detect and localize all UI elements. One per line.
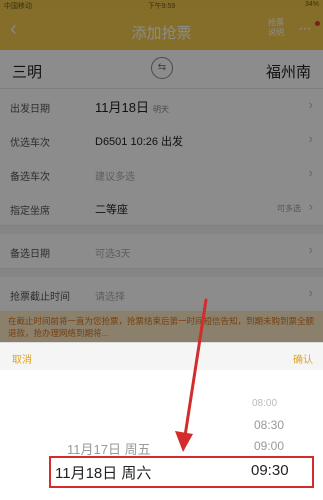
- modal-overlay[interactable]: [0, 0, 323, 342]
- selection-highlight-box: [49, 456, 314, 488]
- time-option[interactable]: 09:00: [254, 439, 284, 453]
- time-option[interactable]: 08:00: [252, 398, 277, 409]
- screen: 中国移动 下午9:59 34% ‹ 添加抢票 抢票说明 ··· 三明 ⇆ 福州南…: [0, 0, 323, 500]
- picker-toolbar: 取消 确认: [0, 342, 323, 372]
- cancel-button[interactable]: 取消: [12, 351, 32, 366]
- time-option[interactable]: 08:30: [254, 418, 284, 432]
- confirm-button[interactable]: 确认: [293, 351, 313, 366]
